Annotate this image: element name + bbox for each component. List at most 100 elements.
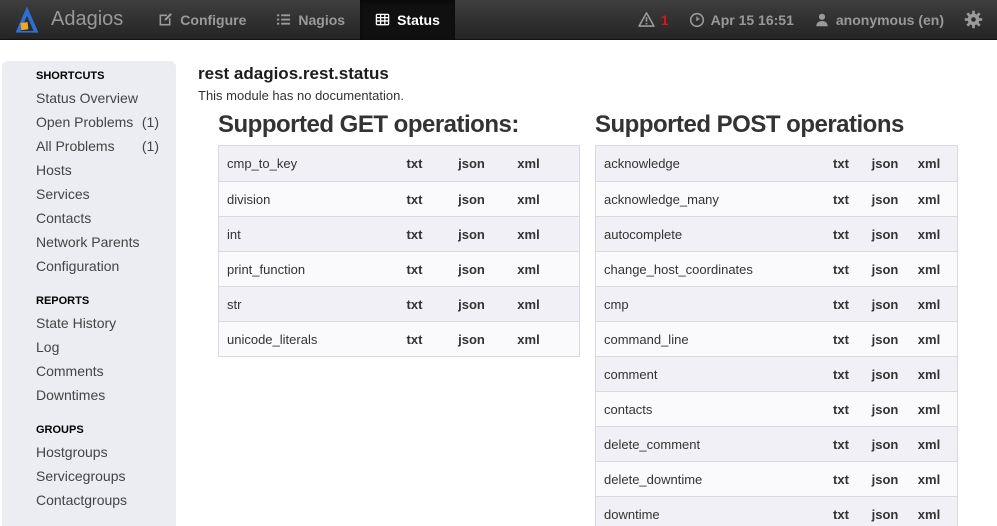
xml-link[interactable]: xml xyxy=(907,402,951,417)
user-menu[interactable]: anonymous (en) xyxy=(814,12,944,28)
xml-link[interactable]: xml xyxy=(500,262,557,277)
operation-row-delete-downtime: delete_downtimetxtjsonxml xyxy=(596,461,957,496)
sidebar-item-state-history[interactable]: State History xyxy=(36,311,159,335)
xml-link[interactable]: xml xyxy=(907,156,951,171)
txt-link[interactable]: txt xyxy=(386,156,443,171)
nav-item-status[interactable]: Status xyxy=(360,0,455,40)
xml-link[interactable]: xml xyxy=(500,297,557,312)
xml-link[interactable]: xml xyxy=(907,297,951,312)
list-icon xyxy=(276,12,291,27)
txt-link[interactable]: txt xyxy=(386,297,443,312)
json-link[interactable]: json xyxy=(443,192,500,207)
item-count-badge: (1) xyxy=(142,134,159,158)
xml-link[interactable]: xml xyxy=(907,332,951,347)
sidebar-item-open-problems[interactable]: Open Problems(1) xyxy=(36,110,159,134)
xml-link[interactable]: xml xyxy=(500,192,557,207)
operations-columns: Supported GET operations: cmp_to_keytxtj… xyxy=(218,111,997,526)
page-title: rest adagios.rest.status xyxy=(198,64,997,84)
json-link[interactable]: json xyxy=(443,332,500,347)
xml-link[interactable]: xml xyxy=(907,507,951,522)
operation-row-str: strtxtjsonxml xyxy=(219,286,579,321)
sidebar-item-downtimes[interactable]: Downtimes xyxy=(36,383,159,407)
json-link[interactable]: json xyxy=(863,192,907,207)
sidebar-item-network-parents[interactable]: Network Parents xyxy=(36,230,159,254)
sidebar-item-servicegroups[interactable]: Servicegroups xyxy=(36,464,159,488)
operation-name: change_host_coordinates xyxy=(604,262,819,277)
sidebar-item-contactgroups[interactable]: Contactgroups xyxy=(36,488,159,512)
sidebar-item-all-problems[interactable]: All Problems (1) xyxy=(36,134,159,158)
operation-name: cmp_to_key xyxy=(227,156,386,171)
operation-name: str xyxy=(227,297,386,312)
operation-name: acknowledge xyxy=(604,156,819,171)
json-link[interactable]: json xyxy=(863,262,907,277)
txt-link[interactable]: txt xyxy=(819,367,863,382)
operation-row-delete-comment: delete_commenttxtjsonxml xyxy=(596,426,957,461)
txt-link[interactable]: txt xyxy=(819,402,863,417)
sidebar-item-label: Network Parents xyxy=(36,230,139,254)
username-label: anonymous (en) xyxy=(836,12,944,28)
operation-name: int xyxy=(227,227,386,242)
brand-link[interactable]: Adagios xyxy=(0,5,123,34)
page-subtitle: This module has no documentation. xyxy=(198,87,997,104)
json-link[interactable]: json xyxy=(443,156,500,171)
json-link[interactable]: json xyxy=(443,297,500,312)
txt-link[interactable]: txt xyxy=(819,297,863,312)
json-link[interactable]: json xyxy=(863,227,907,242)
json-link[interactable]: json xyxy=(443,227,500,242)
operation-row-int: inttxtjsonxml xyxy=(219,216,579,251)
sidebar-item-configuration[interactable]: Configuration xyxy=(36,254,159,278)
operation-name: print_function xyxy=(227,262,386,277)
json-link[interactable]: json xyxy=(863,367,907,382)
json-link[interactable]: json xyxy=(863,332,907,347)
xml-link[interactable]: xml xyxy=(500,156,557,171)
xml-link[interactable]: xml xyxy=(907,437,951,452)
sidebar-item-label: State History xyxy=(36,311,116,335)
sidebar-item-hostgroups[interactable]: Hostgroups xyxy=(36,440,159,464)
json-link[interactable]: json xyxy=(863,156,907,171)
main-content: rest adagios.rest.status This module has… xyxy=(198,64,997,526)
xml-link[interactable]: xml xyxy=(500,332,557,347)
nav-item-configure[interactable]: Configure xyxy=(143,0,261,40)
txt-link[interactable]: txt xyxy=(386,332,443,347)
sidebar-item-status-overview[interactable]: Status Overview xyxy=(36,86,159,110)
brand-title: Adagios xyxy=(51,8,123,31)
txt-link[interactable]: txt xyxy=(819,472,863,487)
txt-link[interactable]: txt xyxy=(819,437,863,452)
sidebar-item-label: Comments xyxy=(36,359,104,383)
alerts-indicator[interactable]: 1 xyxy=(638,11,669,28)
sidebar-item-label: Servicegroups xyxy=(36,464,126,488)
txt-link[interactable]: txt xyxy=(386,262,443,277)
xml-link[interactable]: xml xyxy=(907,262,951,277)
json-link[interactable]: json xyxy=(863,437,907,452)
txt-link[interactable]: txt xyxy=(819,507,863,522)
sidebar-item-contacts[interactable]: Contacts xyxy=(36,206,159,230)
sidebar-item-label: Configuration xyxy=(36,254,119,278)
sidebar-item-log[interactable]: Log xyxy=(36,335,159,359)
xml-link[interactable]: xml xyxy=(907,472,951,487)
sidebar-section-title: GROUPS xyxy=(36,420,159,440)
xml-link[interactable]: xml xyxy=(500,227,557,242)
txt-link[interactable]: txt xyxy=(819,227,863,242)
sidebar-item-hosts[interactable]: Hosts xyxy=(36,158,159,182)
operation-name: acknowledge_many xyxy=(604,192,819,207)
json-link[interactable]: json xyxy=(863,472,907,487)
txt-link[interactable]: txt xyxy=(819,156,863,171)
sidebar-item-comments[interactable]: Comments xyxy=(36,359,159,383)
txt-link[interactable]: txt xyxy=(819,332,863,347)
settings-button[interactable] xyxy=(964,10,983,29)
xml-link[interactable]: xml xyxy=(907,227,951,242)
txt-link[interactable]: txt xyxy=(819,192,863,207)
json-link[interactable]: json xyxy=(863,507,907,522)
nav-item-nagios[interactable]: Nagios xyxy=(261,0,360,40)
sidebar-item-services[interactable]: Services xyxy=(36,182,159,206)
txt-link[interactable]: txt xyxy=(386,192,443,207)
txt-link[interactable]: txt xyxy=(386,227,443,242)
sidebar-item-label: All Problems xyxy=(36,134,115,158)
json-link[interactable]: json xyxy=(863,297,907,312)
get-operations-table: cmp_to_keytxtjsonxmldivisiontxtjsonxmlin… xyxy=(218,145,580,357)
json-link[interactable]: json xyxy=(863,402,907,417)
txt-link[interactable]: txt xyxy=(819,262,863,277)
json-link[interactable]: json xyxy=(443,262,500,277)
xml-link[interactable]: xml xyxy=(907,192,951,207)
xml-link[interactable]: xml xyxy=(907,367,951,382)
